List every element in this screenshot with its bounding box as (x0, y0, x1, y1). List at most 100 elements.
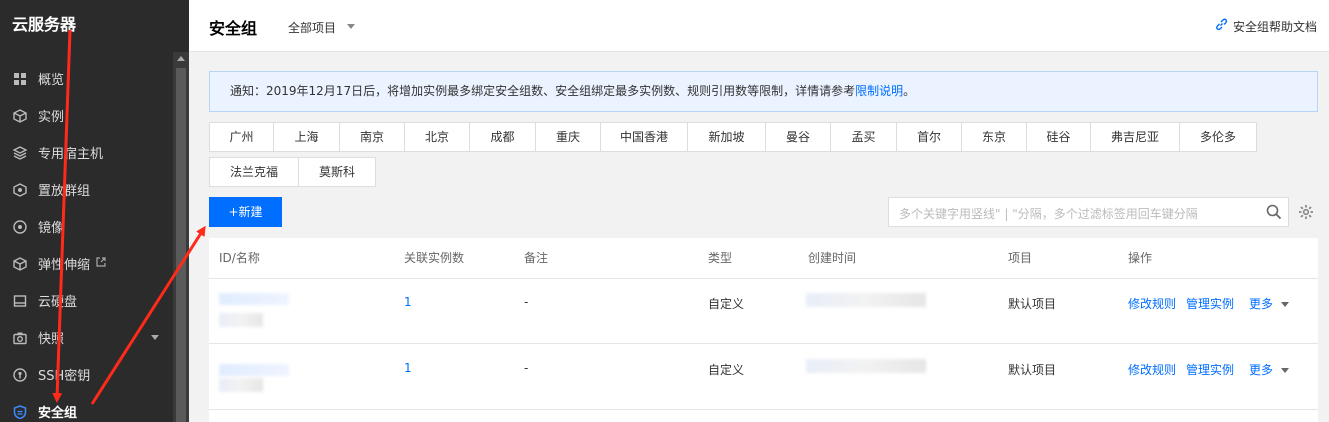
project-select[interactable]: 全部项目 (288, 19, 336, 36)
search-icon[interactable] (1266, 204, 1282, 220)
row-divider (209, 409, 1318, 410)
redacted-name (219, 378, 263, 392)
sidebar-item-images[interactable]: 镜像 (0, 208, 173, 245)
sidebar-item-label: 弹性伸缩 (38, 258, 91, 273)
notice-suffix: 。 (903, 84, 916, 98)
sidebar-scrollbar[interactable] (173, 52, 189, 422)
region-tab-nanjing[interactable]: 南京 (339, 122, 405, 152)
sidebar-item-overview[interactable]: 概览 (0, 60, 173, 97)
region-tab-frankfurt[interactable]: 法兰克福 (209, 157, 299, 187)
project-cell: 默认项目 (1008, 363, 1057, 377)
region-tab-virginia[interactable]: 弗吉尼亚 (1090, 122, 1180, 152)
region-tab-hongkong[interactable]: 中国香港 (600, 122, 688, 152)
gear-icon[interactable] (1298, 204, 1314, 220)
column-header-id-name: ID/名称 (219, 251, 260, 265)
camera-icon (12, 330, 28, 346)
notice-link[interactable]: 限制说明 (855, 84, 903, 98)
region-tab-chengdu[interactable]: 成都 (469, 122, 536, 152)
region-tab-guangzhou[interactable]: 广州 (209, 122, 274, 152)
region-tab-bangkok[interactable]: 曼谷 (765, 122, 831, 152)
sidebar-item-label: 专用宿主机 (38, 147, 104, 162)
sidebar-item-ssh-keys[interactable]: SSH密钥 (0, 356, 173, 393)
sidebar-item-security-group[interactable]: 安全组 (0, 393, 173, 422)
type-cell: 自定义 (708, 363, 745, 377)
column-header-instances: 关联实例数 (404, 251, 465, 265)
chevron-down-icon[interactable] (347, 24, 355, 29)
sidebar-item-label: 实例 (38, 110, 65, 125)
redacted-id[interactable] (219, 364, 289, 376)
grid-icon (12, 71, 28, 87)
region-tab-toronto[interactable]: 多伦多 (1179, 122, 1257, 152)
layers-icon (12, 145, 28, 161)
type-cell: 自定义 (708, 297, 745, 311)
scrollbar-thumb[interactable] (176, 68, 186, 422)
region-tab-seoul[interactable]: 首尔 (896, 122, 962, 152)
region-tab-silicon-valley[interactable]: 硅谷 (1026, 122, 1091, 152)
region-tab-chongqing[interactable]: 重庆 (535, 122, 601, 152)
link-icon (1215, 18, 1228, 35)
project-cell: 默认项目 (1008, 297, 1057, 311)
sidebar-item-label: 快照 (38, 332, 65, 347)
redacted-name (219, 313, 263, 327)
region-tab-tokyo[interactable]: 东京 (961, 122, 1027, 152)
redacted-created-time (806, 359, 926, 373)
chevron-down-icon (1281, 302, 1290, 307)
more-label: 更多 (1249, 297, 1274, 311)
sidebar-item-label: SSH密钥 (38, 369, 91, 384)
column-header-created-time: 创建时间 (808, 251, 857, 265)
disc-icon (12, 219, 28, 235)
region-tab-singapore[interactable]: 新加坡 (687, 122, 766, 152)
sidebar-item-snapshot[interactable]: 快照 (0, 319, 173, 356)
sidebar: 云服务器 概览 实例 专用宿主机 置放群组 镜像 弹性伸缩 云硬盘 快照 SSH… (0, 0, 189, 422)
sidebar-title: 云服务器 (12, 15, 77, 34)
page-header: 安全组 全部项目 安全组帮助文档 (189, 0, 1329, 52)
row-divider (209, 343, 1318, 344)
sidebar-item-label: 镜像 (38, 221, 65, 236)
sidebar-item-placement-group[interactable]: 置放群组 (0, 171, 173, 208)
region-tab-beijing[interactable]: 北京 (404, 122, 470, 152)
chevron-down-icon (151, 335, 159, 340)
sidebar-item-instances[interactable]: 实例 (0, 97, 173, 134)
scale-cube-icon (12, 256, 28, 272)
sidebar-item-dedicated-host[interactable]: 专用宿主机 (0, 134, 173, 171)
search-input[interactable]: 多个关键字用竖线" | "分隔，多个过滤标签用回车键分隔 (888, 197, 1289, 227)
column-header-project: 项目 (1008, 251, 1033, 265)
chevron-down-icon (1281, 368, 1290, 373)
manage-instances-link[interactable]: 管理实例 (1186, 361, 1234, 378)
sidebar-item-cloud-disk[interactable]: 云硬盘 (0, 282, 173, 319)
page-title: 安全组 (209, 19, 258, 38)
edit-rules-link[interactable]: 修改规则 (1128, 295, 1176, 312)
table-header-divider (209, 278, 1318, 279)
edit-rules-link[interactable]: 修改规则 (1128, 361, 1176, 378)
more-actions-link[interactable]: 更多 (1249, 295, 1290, 312)
region-tab-shanghai[interactable]: 上海 (273, 122, 340, 152)
hexagon-icon (12, 182, 28, 198)
scroll-up-icon[interactable] (177, 56, 185, 61)
new-security-group-button[interactable]: +新建 (209, 197, 282, 227)
notice-text: 通知：2019年12月17日后，将增加实例最多绑定安全组数、安全组绑定最多实例数… (230, 84, 856, 98)
cube-icon (12, 108, 28, 124)
more-label: 更多 (1249, 363, 1274, 377)
notice-banner: 通知：2019年12月17日后，将增加实例最多绑定安全组数、安全组绑定最多实例数… (209, 71, 1318, 112)
column-header-type: 类型 (708, 251, 733, 265)
help-doc-link[interactable]: 安全组帮助文档 (1215, 18, 1317, 35)
sidebar-item-label: 安全组 (38, 406, 78, 421)
key-icon (12, 367, 28, 383)
region-tab-moscow[interactable]: 莫斯科 (298, 157, 376, 187)
redacted-id[interactable] (219, 293, 289, 305)
instance-count-link[interactable]: 1 (404, 361, 412, 375)
remark-cell: - (524, 295, 529, 309)
disk-icon (12, 293, 28, 309)
sidebar-item-label: 置放群组 (38, 184, 91, 199)
sidebar-item-label: 概览 (38, 73, 65, 88)
redacted-created-time (806, 293, 926, 307)
security-group-table: ID/名称 关联实例数 备注 类型 创建时间 项目 操作 1 - 自定义 默认项… (209, 238, 1318, 422)
region-tab-mumbai[interactable]: 孟买 (830, 122, 897, 152)
sidebar-item-label: 云硬盘 (38, 295, 78, 310)
instance-count-link[interactable]: 1 (404, 295, 412, 309)
shield-icon (12, 404, 28, 420)
manage-instances-link[interactable]: 管理实例 (1186, 295, 1234, 312)
remark-cell: - (524, 361, 529, 375)
more-actions-link[interactable]: 更多 (1249, 361, 1290, 378)
sidebar-item-auto-scaling[interactable]: 弹性伸缩 (0, 245, 173, 282)
